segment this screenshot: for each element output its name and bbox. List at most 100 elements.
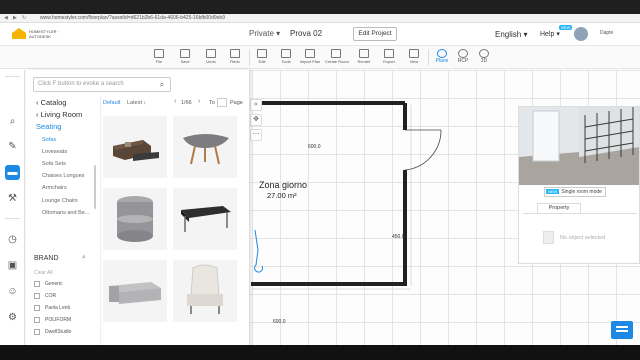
- 3d-preview[interactable]: [519, 107, 639, 185]
- product-thumbnail: [113, 140, 159, 161]
- edit-project-button[interactable]: Edit Project: [353, 27, 397, 41]
- forward-icon[interactable]: ▶: [13, 15, 17, 21]
- language-dropdown[interactable]: English ▾: [495, 30, 527, 39]
- left-sidebar: ⌕ ✎ ▬ ⚒ ◷ ▣ ☺ ⚙: [0, 70, 25, 345]
- collapse-panel-icon[interactable]: «: [250, 99, 262, 111]
- hammer-icon[interactable]: ⚒: [5, 191, 20, 206]
- toolbar-tools-button[interactable]: Tools: [275, 48, 297, 68]
- homestyler-logo-icon[interactable]: [12, 28, 26, 39]
- tab-plane-view[interactable]: Plane: [432, 48, 452, 68]
- product-item-sectional-sofa[interactable]: [103, 116, 167, 178]
- category-item[interactable]: ‹ Catalog: [36, 97, 98, 109]
- brand-search-icon[interactable]: ⌕: [82, 254, 86, 262]
- brand-checkbox[interactable]: [34, 305, 40, 311]
- brand-label: COR: [45, 293, 57, 299]
- tab-property[interactable]: Property: [537, 203, 581, 213]
- view-icon: [409, 49, 419, 58]
- product-item-bench[interactable]: [173, 188, 237, 250]
- category-item[interactable]: Sofa Sets: [42, 158, 98, 170]
- tab-rcp-view[interactable]: RCP: [453, 48, 473, 68]
- app-header: HOMESTYLER · AUTODESK Private ▾ Prova 02…: [0, 23, 640, 46]
- selected-wall-segment[interactable]: [254, 229, 264, 273]
- search-icon[interactable]: ⌕: [5, 114, 20, 129]
- toolbar-export-button[interactable]: Export: [378, 48, 400, 68]
- pager-page-label: Page: [230, 100, 243, 106]
- dimension-top: 600.0: [308, 144, 321, 150]
- settings-icon[interactable]: ⚙: [5, 310, 20, 325]
- category-item[interactable]: Lounge Chairs: [42, 195, 98, 207]
- product-item-grey-stool[interactable]: [173, 116, 237, 178]
- catalog-sofa-icon[interactable]: ▬: [5, 165, 20, 180]
- pager-to-label: To: [209, 100, 215, 106]
- user-name[interactable]: Dapte: [600, 30, 613, 36]
- category-item[interactable]: Armchairs: [42, 182, 98, 194]
- main-toolbar: File Save Undo Redo Edit Tools Import Pl…: [0, 46, 640, 69]
- edit-icon: [257, 49, 267, 58]
- product-item-tufted-ottoman[interactable]: [103, 188, 167, 250]
- brand-filter-item[interactable]: Paola Lenti: [34, 302, 94, 314]
- help-dropdown[interactable]: Help ▾: [540, 30, 560, 38]
- privacy-dropdown[interactable]: Private ▾: [249, 29, 280, 38]
- brand-filter-item[interactable]: DwellStudio: [34, 326, 94, 338]
- back-icon[interactable]: ◀: [4, 15, 8, 21]
- brand-checkbox[interactable]: [34, 317, 40, 323]
- category-tree: ‹ Catalog ‹ Living Room Seating Sofas Lovese…: [36, 97, 98, 219]
- paint-icon[interactable]: ✎: [5, 139, 20, 154]
- sort-default-tab[interactable]: Default: [103, 100, 120, 106]
- browser-address-bar[interactable]: ◀ ▶ ↻ www.homestyler.com/floorplan/?asse…: [0, 14, 640, 23]
- toolbar-render-button[interactable]: Render: [353, 48, 375, 68]
- 3d-preview-render: [519, 107, 639, 185]
- brand-checkbox[interactable]: [34, 329, 40, 335]
- product-thumbnail: [187, 264, 223, 314]
- toolbar-create-room-button[interactable]: Create Room: [325, 48, 349, 68]
- category-item[interactable]: Sofas: [42, 134, 98, 146]
- brand-filter-item[interactable]: POLIFORM: [34, 314, 94, 326]
- toolbar-redo-button[interactable]: Redo: [224, 48, 246, 68]
- avatar[interactable]: [574, 27, 588, 41]
- product-item-white-armchair[interactable]: [173, 260, 237, 322]
- toolbar-undo-button[interactable]: Undo: [200, 48, 222, 68]
- category-scrollbar[interactable]: [94, 165, 96, 209]
- category-item[interactable]: ‹ Living Room: [36, 109, 98, 121]
- pager-prev-icon[interactable]: ‹: [174, 98, 176, 105]
- dimension-right: 450.0: [392, 234, 405, 240]
- tab-3d-view[interactable]: 3D: [474, 48, 494, 68]
- category-item[interactable]: Loveseats: [42, 146, 98, 158]
- single-room-mode-toggle[interactable]: NEW Single room mode: [544, 187, 606, 197]
- category-item[interactable]: Seating: [36, 121, 98, 133]
- property-panel-body: No object selected: [523, 213, 637, 263]
- door-swing[interactable]: [404, 129, 442, 171]
- sort-latest-tab[interactable]: Latest ↓: [127, 100, 146, 106]
- catalog-search-input[interactable]: Click F button to evoke a search: [33, 77, 171, 92]
- toolbar-file-button[interactable]: File: [148, 48, 170, 68]
- project-name[interactable]: Prova 02: [290, 29, 322, 38]
- page-number-input[interactable]: [217, 98, 227, 107]
- toolbar-import-plan-button[interactable]: Import Plan: [299, 48, 321, 68]
- reload-icon[interactable]: ↻: [22, 15, 26, 21]
- room-name-label[interactable]: Zona giorno: [259, 180, 307, 190]
- history-icon[interactable]: ◷: [5, 232, 20, 247]
- pager-next-icon[interactable]: ›: [198, 98, 200, 105]
- grid-dots-icon[interactable]: ⋯: [250, 129, 262, 141]
- brand-checkbox[interactable]: [34, 281, 40, 287]
- undo-icon: [206, 49, 216, 58]
- gallery-icon[interactable]: ▣: [5, 258, 20, 273]
- import-plan-icon: [305, 49, 315, 58]
- brand-filter-item[interactable]: Generic: [34, 278, 94, 290]
- search-icon[interactable]: ⌕: [156, 79, 168, 91]
- brand-filter-item[interactable]: COR: [34, 290, 94, 302]
- pan-icon[interactable]: ✥: [250, 114, 262, 126]
- toolbar-edit-button[interactable]: Edit: [251, 48, 273, 68]
- no-object-message: No object selected: [560, 235, 606, 241]
- chat-icon[interactable]: [611, 321, 633, 339]
- user-icon[interactable]: ☺: [5, 284, 20, 299]
- pager-status: 1/66: [181, 100, 192, 106]
- toolbar-save-button[interactable]: Save: [174, 48, 196, 68]
- product-item-grey-ottoman[interactable]: [103, 260, 167, 322]
- toolbar-view-button[interactable]: View: [403, 48, 425, 68]
- category-item[interactable]: Chaises Longues: [42, 170, 98, 182]
- category-item[interactable]: Ottomans and Be...: [42, 207, 98, 219]
- brand-checkbox[interactable]: [34, 293, 40, 299]
- url-text[interactable]: www.homestyler.com/floorplan/?assetId=d6…: [40, 14, 225, 23]
- clear-all-link[interactable]: Clear All: [34, 270, 53, 276]
